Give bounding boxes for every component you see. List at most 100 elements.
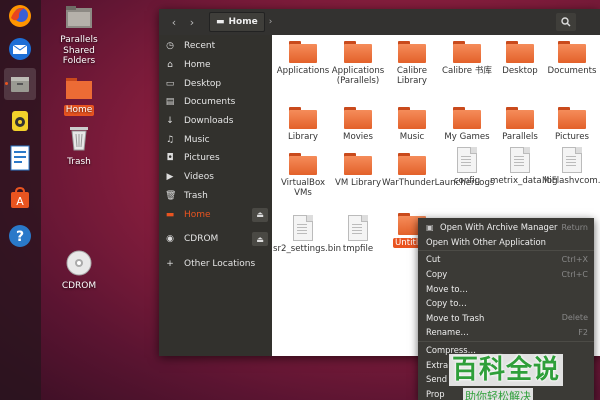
breadcrumb-next-button[interactable]: › bbox=[269, 17, 273, 27]
home-icon: ⌂ bbox=[167, 60, 173, 71]
folder-icon bbox=[506, 107, 534, 129]
menu-item-label: Open With Other Application bbox=[426, 236, 546, 247]
folder-item[interactable]: Documents bbox=[542, 41, 600, 76]
desktop-item-home[interactable]: Home bbox=[49, 76, 109, 116]
desktop-item-parallels[interactable]: Parallels Shared Folders bbox=[49, 4, 109, 66]
folder-item[interactable]: Applications (Parallels) bbox=[328, 41, 388, 87]
clock-icon: ◷ bbox=[166, 41, 174, 52]
sidebar-item-documents[interactable]: ▤ Documents bbox=[159, 93, 272, 112]
sidebar-item-other-locations[interactable]: + Other Locations bbox=[159, 255, 272, 274]
sidebar-item-cdrom[interactable]: ◉ CDROM ⏏ bbox=[159, 230, 272, 249]
music-icon: ♫ bbox=[165, 134, 175, 145]
file-label: My Games bbox=[444, 132, 490, 142]
software-center-icon[interactable]: A bbox=[4, 182, 36, 214]
libreoffice-writer-icon[interactable] bbox=[4, 142, 36, 174]
folder-item[interactable]: Calibre Library bbox=[382, 41, 442, 87]
folder-icon bbox=[289, 107, 317, 129]
folder-item[interactable]: Parallels bbox=[490, 107, 550, 142]
file-label: Calibre Library bbox=[396, 66, 428, 87]
menu-item-rename[interactable]: Rename… F2 bbox=[418, 325, 594, 340]
folder-item[interactable]: VM Library bbox=[328, 153, 388, 188]
file-label: Applications bbox=[276, 66, 330, 76]
firefox-icon[interactable] bbox=[4, 0, 36, 32]
search-button[interactable] bbox=[556, 13, 576, 31]
folder-icon bbox=[558, 41, 586, 63]
sidebar-item-desktop[interactable]: ▭ Desktop bbox=[159, 74, 272, 93]
menu-item-open-other-app[interactable]: Open With Other Application bbox=[418, 235, 594, 250]
sidebar-item-label: Documents bbox=[184, 97, 236, 108]
folder-icon bbox=[289, 41, 317, 63]
folder-icon bbox=[289, 153, 317, 175]
camera-icon: ◘ bbox=[166, 153, 174, 164]
folder-item[interactable]: Movies bbox=[328, 107, 388, 142]
disc-icon bbox=[49, 250, 109, 279]
file-label: Calibre 书库 bbox=[441, 66, 493, 76]
folder-icon bbox=[453, 41, 481, 63]
file-item[interactable]: metrix_data.log bbox=[490, 147, 558, 186]
folder-item[interactable]: WarThunderLauncherLogs bbox=[382, 153, 494, 188]
file-label: Music bbox=[399, 132, 425, 142]
folder-item[interactable]: Calibre 书库 bbox=[437, 41, 497, 76]
menu-item-cut[interactable]: Cut Ctrl+X bbox=[418, 252, 594, 267]
drive-icon: ▬ bbox=[216, 17, 225, 27]
menu-item-copy[interactable]: Copy Ctrl+C bbox=[418, 267, 594, 282]
sidebar-item-home-drive[interactable]: ▬ Home ⏏ bbox=[159, 205, 272, 224]
back-button[interactable]: ‹ bbox=[165, 13, 183, 31]
desktop-item-cdrom[interactable]: CDROM bbox=[49, 250, 109, 292]
eject-button[interactable]: ⏏ bbox=[252, 232, 268, 247]
menu-item-move-to[interactable]: Move to… bbox=[418, 281, 594, 296]
sidebar-item-videos[interactable]: ▶ Videos bbox=[159, 168, 272, 187]
document-icon bbox=[457, 147, 477, 173]
desktop-item-label: Parallels Shared Folders bbox=[60, 35, 98, 67]
menu-item-accel: Ctrl+X bbox=[561, 254, 588, 264]
menu-item-accel: Delete bbox=[561, 313, 588, 323]
desktop-item-label: CDROM bbox=[61, 281, 97, 292]
forward-button[interactable]: › bbox=[183, 13, 201, 31]
file-item[interactable]: config bbox=[437, 147, 497, 186]
watermark-logo: 百科全说 助你轻松解决 bbox=[443, 352, 593, 400]
file-item[interactable]: MiFlashvcom.ini bbox=[542, 147, 600, 186]
folder-icon bbox=[453, 107, 481, 129]
running-indicator bbox=[5, 82, 8, 85]
folder-item[interactable]: VirtualBox VMs bbox=[273, 153, 333, 199]
folder-item[interactable]: Library bbox=[273, 107, 333, 142]
sidebar-item-home[interactable]: ⌂ Home bbox=[159, 56, 272, 75]
downloads-icon: ↓ bbox=[166, 116, 174, 127]
folder-item[interactable]: Applications bbox=[273, 41, 333, 76]
thunderbird-icon[interactable] bbox=[4, 33, 36, 65]
menu-separator bbox=[418, 250, 594, 252]
file-item[interactable]: tmpfile bbox=[328, 215, 388, 254]
files-icon[interactable] bbox=[4, 68, 36, 100]
menu-item-label: Copy to… bbox=[426, 298, 467, 309]
help-icon[interactable]: ? bbox=[4, 220, 36, 252]
rhythmbox-icon[interactable] bbox=[4, 105, 36, 137]
folder-item[interactable]: Music bbox=[382, 107, 442, 142]
file-label: config bbox=[453, 176, 481, 186]
folder-item[interactable]: Pictures bbox=[542, 107, 600, 142]
eject-button[interactable]: ⏏ bbox=[252, 207, 268, 222]
menu-item-accel: Ctrl+C bbox=[561, 269, 588, 279]
folder-icon bbox=[344, 153, 372, 175]
folder-icon bbox=[398, 153, 426, 175]
folder-item[interactable]: My Games bbox=[437, 107, 497, 142]
menu-item-open-archive-manager[interactable]: ▣ Open With Archive Manager Return bbox=[418, 220, 594, 235]
file-item[interactable]: sr2_settings.bin bbox=[273, 215, 341, 254]
breadcrumb-home[interactable]: ▬ Home bbox=[209, 12, 265, 32]
sidebar-item-downloads[interactable]: ↓ Downloads bbox=[159, 112, 272, 131]
file-label: Applications (Parallels) bbox=[331, 66, 385, 87]
folder-item[interactable]: Desktop bbox=[490, 41, 550, 76]
menu-item-move-to-trash[interactable]: Move to Trash Delete bbox=[418, 311, 594, 326]
document-icon bbox=[348, 215, 368, 241]
sidebar-item-trash[interactable]: 🗑︎ Trash bbox=[159, 187, 272, 206]
sidebar-item-pictures[interactable]: ◘ Pictures bbox=[159, 149, 272, 168]
file-label: VM Library bbox=[334, 178, 382, 188]
sidebar-item-music[interactable]: ♫ Music bbox=[159, 130, 272, 149]
menu-item-label: Move to… bbox=[426, 283, 468, 294]
desktop-item-trash[interactable]: Trash bbox=[49, 124, 109, 168]
breadcrumb-label: Home bbox=[228, 17, 258, 27]
watermark-text: 百科全说 bbox=[449, 354, 564, 386]
sidebar-item-label: Pictures bbox=[184, 153, 220, 164]
menu-item-copy-to[interactable]: Copy to… bbox=[418, 296, 594, 311]
sidebar-item-label: Videos bbox=[184, 172, 214, 183]
sidebar-item-recent[interactable]: ◷ Recent bbox=[159, 37, 272, 56]
